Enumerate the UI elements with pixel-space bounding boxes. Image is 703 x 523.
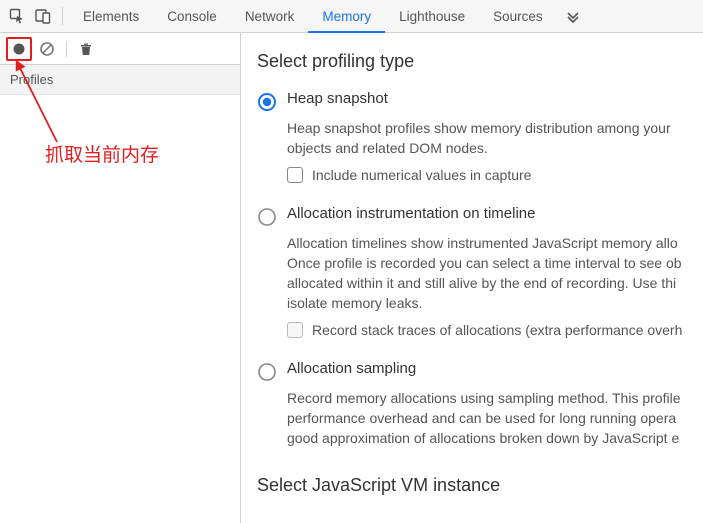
- allocation-sampling-label: Allocation sampling: [287, 360, 416, 377]
- checkbox-disabled-icon[interactable]: [287, 322, 303, 338]
- allocation-timeline-label: Allocation instrumentation on timeline: [287, 205, 535, 222]
- tab-network[interactable]: Network: [231, 0, 309, 33]
- separator: [62, 7, 63, 25]
- heap-snapshot-label: Heap snapshot: [287, 90, 388, 107]
- option-allocation-sampling[interactable]: Allocation sampling: [257, 360, 703, 382]
- profiling-type-title: Select profiling type: [257, 51, 703, 72]
- radio-selected-icon[interactable]: [257, 92, 277, 112]
- separator: [66, 41, 67, 57]
- option-heap-snapshot[interactable]: Heap snapshot: [257, 90, 703, 112]
- tab-sources[interactable]: Sources: [479, 0, 557, 33]
- allocation-sampling-desc: Record memory allocations using sampling…: [287, 388, 703, 449]
- sidebar: Profiles: [0, 33, 241, 523]
- heap-snapshot-desc: Heap snapshot profiles show memory distr…: [287, 118, 703, 159]
- radio-unselected-icon[interactable]: [257, 207, 277, 227]
- option-allocation-instrumentation[interactable]: Allocation instrumentation on timeline: [257, 205, 703, 227]
- trash-icon[interactable]: [73, 37, 99, 61]
- device-toolbar-icon[interactable]: [30, 3, 56, 29]
- tab-elements[interactable]: Elements: [69, 0, 153, 33]
- vm-instance-title: Select JavaScript VM instance: [257, 475, 703, 496]
- panel-content: Select profiling type Heap snapshot Heap…: [241, 33, 703, 523]
- heap-include-numerical[interactable]: Include numerical values in capture: [287, 167, 703, 183]
- sidebar-profiles-header: Profiles: [0, 65, 240, 95]
- allocation-record-stacktraces[interactable]: Record stack traces of allocations (extr…: [287, 322, 703, 338]
- allocation-subcheck-label: Record stack traces of allocations (extr…: [312, 322, 682, 338]
- sidebar-toolbar: [0, 33, 240, 65]
- radio-unselected-icon[interactable]: [257, 362, 277, 382]
- tab-console[interactable]: Console: [153, 0, 231, 33]
- record-button[interactable]: [6, 37, 32, 61]
- checkbox-unchecked-icon[interactable]: [287, 167, 303, 183]
- allocation-timeline-desc: Allocation timelines show instrumented J…: [287, 233, 703, 314]
- devtools-tabbar: Elements Console Network Memory Lighthou…: [0, 0, 703, 33]
- more-tabs-icon[interactable]: [557, 9, 587, 23]
- heap-subcheck-label: Include numerical values in capture: [312, 167, 531, 183]
- inspect-element-icon[interactable]: [4, 3, 30, 29]
- tab-memory[interactable]: Memory: [308, 0, 385, 33]
- tab-lighthouse[interactable]: Lighthouse: [385, 0, 479, 33]
- clear-icon[interactable]: [34, 37, 60, 61]
